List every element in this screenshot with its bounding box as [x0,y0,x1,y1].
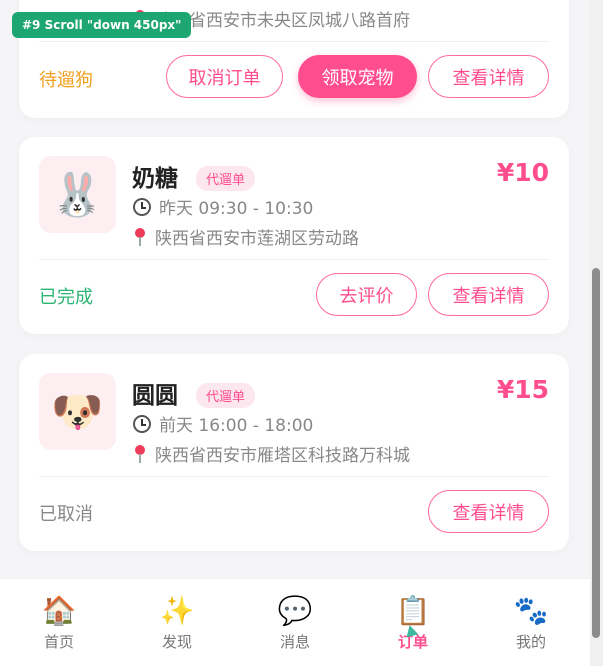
address-text: 陕西省西安市未央区凤城八路首府 [155,11,410,31]
view-details-button[interactable]: 查看详情 [428,273,549,316]
location-pin-icon [133,444,147,463]
order-type-badge: 代遛单 [196,166,256,191]
tab-label: 我的 [515,633,546,651]
divider [39,476,549,477]
tab-home[interactable]: 🏠 首页 [0,579,118,666]
order-time: 前天 16:00 - 18:00 [133,411,313,436]
view-details-button[interactable]: 查看详情 [428,490,549,533]
dog-icon: 🐶 [51,386,104,436]
order-card[interactable]: 🐰 奶糖 代遛单 ¥10 昨天 09:30 - 10:30 陕西省西安市莲湖区劳… [19,137,569,334]
tab-label: 消息 [279,633,310,651]
order-status: 待遛狗 [39,70,93,91]
tab-label: 首页 [43,633,74,651]
order-address: 陕西省西安市雁塔区科技路万科城 [133,441,410,466]
pickup-pet-button[interactable]: 领取宠物 [298,55,417,98]
order-card[interactable]: 🐶 圆圆 代遛单 ¥15 前天 16:00 - 18:00 陕西省西安市雁塔区科… [19,354,569,551]
divider [39,41,549,42]
order-list: 陕西省西安市未央区凤城八路首府 待遛狗 取消订单 领取宠物 查看详情 🐰 奶糖 … [0,0,590,578]
tab-discover[interactable]: ✨ 发现 [118,579,236,666]
paw-icon: 🐾 [513,594,549,627]
time-text: 昨天 09:30 - 10:30 [159,199,314,219]
tab-profile[interactable]: 🐾 我的 [472,579,590,666]
tab-label: 发现 [161,633,192,651]
address-text: 陕西省西安市雁塔区科技路万科城 [155,446,410,466]
order-address: 陕西省西安市莲湖区劳动路 [133,224,359,249]
sparkles-icon: ✨ [159,594,195,627]
divider [39,259,549,260]
rabbit-icon: 🐰 [51,169,104,219]
tab-orders[interactable]: 📋 订单 [354,579,472,666]
order-status: 已取消 [39,504,93,525]
pet-avatar: 🐶 [39,373,116,450]
pet-name: 圆圆 [132,383,178,409]
scrollbar[interactable] [590,0,603,666]
clock-icon [133,414,151,433]
view-details-button[interactable]: 查看详情 [428,55,549,98]
order-status: 已完成 [39,287,93,308]
home-icon: 🏠 [41,594,77,627]
address-text: 陕西省西安市莲湖区劳动路 [155,229,359,249]
scroll-action-badge: #9 Scroll "down 450px" [12,12,192,38]
order-type-badge: 代遛单 [196,383,256,408]
pet-name: 奶糖 [132,166,178,192]
review-button[interactable]: 去评价 [316,273,417,316]
order-time: 昨天 09:30 - 10:30 [133,194,313,219]
cancel-order-button[interactable]: 取消订单 [166,55,283,98]
order-price: ¥10 [496,158,549,187]
location-pin-icon [133,227,147,246]
scrollbar-thumb[interactable] [592,268,600,638]
speech-bubble-icon: 💬 [277,594,313,627]
pet-avatar: 🐰 [39,156,116,233]
order-price: ¥15 [496,375,549,404]
clock-icon [133,197,151,216]
bottom-tab-bar: 🏠 首页 ✨ 发现 💬 消息 📋 订单 🐾 我的 [0,578,590,666]
tab-messages[interactable]: 💬 消息 [236,579,354,666]
time-text: 前天 16:00 - 18:00 [159,416,314,436]
